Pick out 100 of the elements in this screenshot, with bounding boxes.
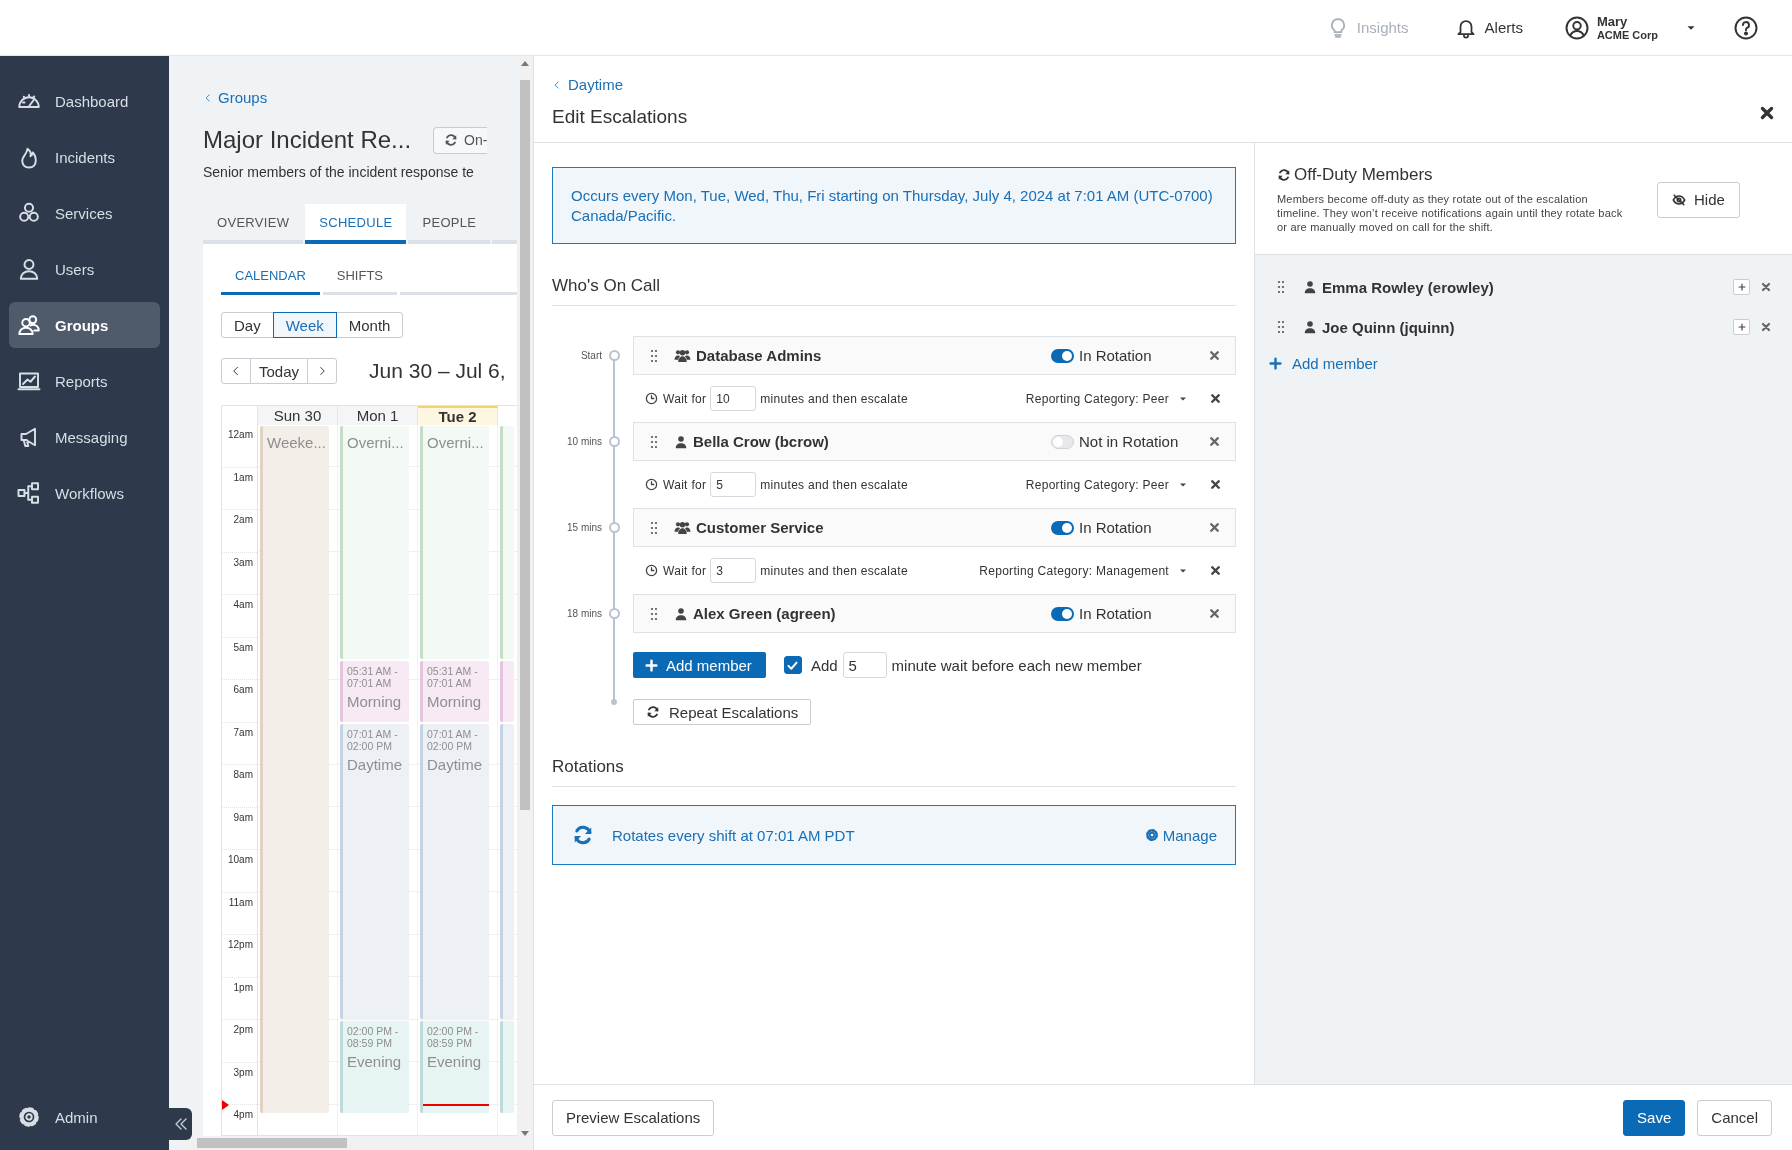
cancel-button[interactable]: Cancel [1697,1099,1772,1136]
timeline-node [608,350,620,361]
current-time-line [423,1104,489,1106]
reporting-category-dropdown[interactable]: Reporting Category: Management [979,563,1189,578]
section-heading: Rotations [552,757,1236,787]
sidebar-item[interactable]: Services [9,190,160,236]
view-button[interactable]: Day [221,312,274,338]
close-icon [1758,104,1776,122]
workflow-icon [17,481,41,505]
rotation-toggle[interactable] [1051,520,1074,535]
close-icon [1208,349,1221,362]
back-link[interactable]: Groups [203,89,517,106]
hour-label: 2am [222,510,257,553]
clock-icon [645,564,658,577]
off-duty-title: Off-Duty Members [1294,165,1433,185]
remove-button[interactable] [1208,521,1221,534]
manage-link[interactable]: Manage [1144,826,1217,844]
hide-button[interactable]: Hide [1657,181,1740,218]
escalation-member[interactable]: Customer Service In Rotation [633,508,1236,547]
today-button[interactable]: Today [250,358,309,384]
on-call-button[interactable]: On- [433,126,488,154]
wait-suffix: minutes and then escalate [760,477,909,492]
sidebar-item[interactable]: Reports [9,358,160,404]
escalation-member[interactable]: Bella Crow (bcrow) Not in Rotation [633,422,1236,461]
day-header: Tue 2 [418,406,498,425]
remove-button[interactable] [1209,392,1222,405]
user-icon [674,606,688,621]
add-member-link[interactable]: Add member [1269,355,1378,372]
help-icon [1734,15,1758,40]
close-icon [1209,564,1222,577]
remove-button[interactable] [1209,564,1222,577]
back-link[interactable]: Daytime [552,76,623,93]
escalation-member[interactable]: Alex Green (agreen) In Rotation [633,594,1236,633]
auto-wait-label: Add [810,656,838,674]
rotation-toggle[interactable] [1051,434,1074,449]
remove-button[interactable] [1208,349,1221,362]
preview-escalations-button[interactable]: Preview Escalations [552,1099,715,1136]
remove-button[interactable] [1760,281,1772,293]
subtab[interactable]: SHIFTS [322,258,398,295]
remove-button[interactable] [1208,435,1221,448]
close-icon [1209,478,1222,491]
rotation-toggle[interactable] [1051,606,1074,621]
remove-button[interactable] [1209,478,1222,491]
wait-minutes-field[interactable]: 3 [710,558,757,583]
hour-label: 12pm [222,935,257,978]
auto-wait-checkbox[interactable] [783,656,802,674]
hour-label: 4am [222,595,257,638]
off-duty-member[interactable]: Emma Rowley (erowley) [1322,278,1733,296]
eye-slash-icon [1672,192,1686,207]
horizontal-scrollbar[interactable] [185,1136,517,1150]
time-offset: 15 mins [566,522,603,533]
chevron-left-icon [203,92,213,103]
sidebar-item[interactable]: Users [9,246,160,292]
sidebar-item[interactable]: Incidents [9,134,160,180]
hour-label: 1am [222,467,257,510]
close-icon [1760,281,1772,293]
tab[interactable]: SCHEDULE [305,204,407,244]
collapse-sidebar-button[interactable] [169,1108,192,1140]
refresh-icon [1277,168,1291,182]
wait-label: Wait for [663,563,707,578]
subtab[interactable]: CALENDAR [221,258,320,295]
add-on-call-button[interactable] [1733,279,1750,295]
remove-button[interactable] [1760,321,1772,333]
sidebar-item[interactable]: Groups [9,302,160,348]
off-duty-member[interactable]: Joe Quinn (jquinn) [1322,318,1733,336]
current-time-marker [222,1100,229,1110]
add-on-call-button[interactable] [1733,319,1750,335]
add-member-button[interactable]: Add member [633,652,766,678]
time-offset: 18 mins [566,608,603,619]
sidebar-item[interactable]: Dashboard [9,78,160,124]
vertical-scrollbar[interactable] [517,56,533,1150]
close-icon [1208,607,1221,620]
rotation-summary: Rotates every shift at 07:01 AM PDT [612,826,856,844]
hexagons-icon [17,201,41,225]
settings-icon [1144,828,1159,842]
reporting-category-dropdown[interactable]: Reporting Category: Peer [1025,477,1189,492]
wait-suffix: minutes and then escalate [760,391,909,406]
repeat-escalations-button[interactable]: Repeat Escalations [633,699,812,725]
hour-label: 8am [222,765,257,808]
save-button[interactable]: Save [1623,1099,1686,1136]
escalation-member[interactable]: Database Admins In Rotation [633,336,1236,375]
alerts-nav-button[interactable]: Alerts [1450,12,1527,43]
sidebar-item[interactable]: Admin [9,1094,160,1140]
timeline-node [608,522,620,533]
view-button[interactable]: Month [335,312,404,338]
wait-label: Wait for [663,391,707,406]
reporting-category-dropdown[interactable]: Reporting Category: Peer [1025,391,1189,406]
hour-label: 11am [222,892,257,935]
view-button[interactable]: Week [272,312,337,338]
users-icon [674,519,691,536]
auto-wait-minutes-field[interactable]: 5 [842,652,887,678]
remove-button[interactable] [1208,607,1221,620]
clock-icon [645,478,658,491]
sidebar-item[interactable]: Workflows [9,470,160,516]
rotation-toggle[interactable] [1051,348,1074,363]
sidebar-item[interactable]: Messaging [9,414,160,460]
close-icon [1209,392,1222,405]
wait-minutes-field[interactable]: 5 [710,472,757,497]
time-offset: 10 mins [566,436,603,447]
wait-minutes-field[interactable]: 10 [710,386,757,411]
